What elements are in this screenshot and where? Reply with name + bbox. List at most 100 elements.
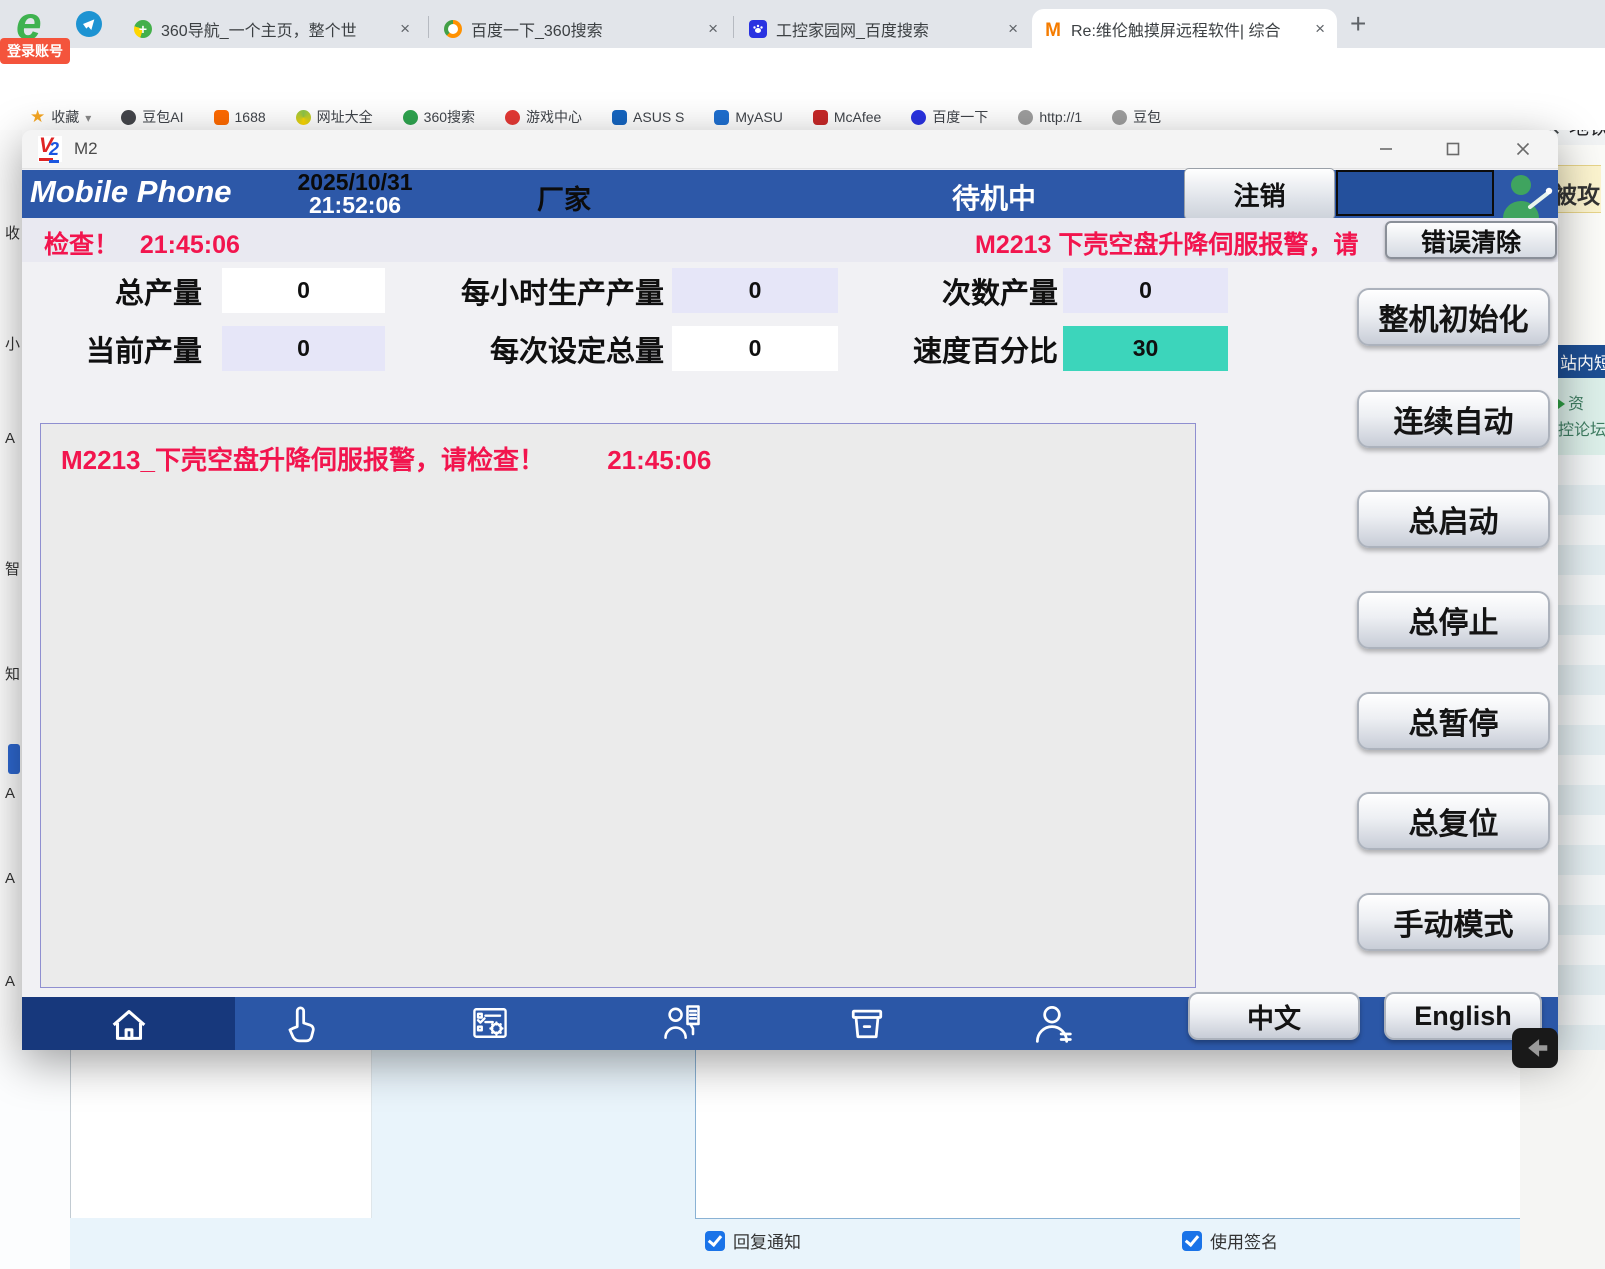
- left-rail-item[interactable]: 智: [5, 558, 20, 579]
- count-output-label: 次数产量: [888, 268, 1058, 313]
- hourly-output-field[interactable]: 0: [672, 268, 838, 313]
- 360search-favicon-icon: [444, 20, 462, 38]
- nav-user-icon[interactable]: [1030, 1001, 1074, 1045]
- bookmark-item[interactable]: 豆包AI: [121, 107, 183, 127]
- nav-home-tab-active[interactable]: [22, 997, 235, 1050]
- bookmark-item[interactable]: MyASU: [714, 109, 782, 125]
- webpage-right-rail: 被攻 站内短 资 控论坛: [1558, 130, 1605, 1050]
- window-title-bar[interactable]: M2: [22, 130, 1558, 169]
- continuous-auto-button[interactable]: 连续自动: [1357, 390, 1550, 448]
- game-center-favicon-icon: [505, 110, 520, 125]
- bookmark-item[interactable]: 360搜索: [403, 107, 475, 127]
- nav-recipe-settings-icon[interactable]: [468, 1001, 512, 1045]
- bookmark-favorites[interactable]: 收藏: [30, 107, 91, 127]
- forum-links-block: 资 控论坛: [1558, 378, 1605, 455]
- browser-tab-gongkong[interactable]: 工控家园网_百度搜索: [737, 9, 1030, 48]
- login-account-badge[interactable]: 登录账号: [0, 38, 70, 64]
- browser-tab-ymmfa-active[interactable]: M Re:维伦触摸屏远程软件| 综合: [1032, 9, 1337, 48]
- tab-close-icon[interactable]: [1008, 19, 1018, 39]
- batch-total-field[interactable]: 0: [672, 326, 838, 371]
- bookmark-item[interactable]: ASUS S: [612, 109, 684, 125]
- tab-label: 360导航_一个主页，整个世: [161, 17, 357, 41]
- security-notice-bar: 被攻: [1558, 165, 1601, 213]
- globe-favicon-icon: [1112, 110, 1127, 125]
- nav-operator-record-icon[interactable]: [660, 1001, 704, 1045]
- left-rail-item[interactable]: A: [5, 973, 15, 990]
- master-pause-button[interactable]: 总暂停: [1357, 692, 1550, 750]
- master-start-button[interactable]: 总启动: [1357, 490, 1550, 548]
- alarm-entry: M2213_下壳空盘升降伺服报警，请检查！ 21:45:06: [61, 440, 711, 477]
- alarm-list-box: M2213_下壳空盘升降伺服报警，请检查！ 21:45:06: [40, 423, 1196, 988]
- machine-initialize-button[interactable]: 整机初始化: [1357, 288, 1550, 346]
- left-rail-item[interactable]: A: [5, 430, 15, 447]
- tab-close-icon[interactable]: [1315, 19, 1325, 39]
- arrow-right-icon: [1558, 399, 1565, 409]
- bookmark-item[interactable]: 游戏中心: [505, 107, 582, 127]
- nav-tray-icon[interactable]: [845, 1001, 889, 1045]
- error-clear-button[interactable]: 错误清除: [1385, 221, 1557, 259]
- user-field[interactable]: [1336, 170, 1494, 216]
- forum-link[interactable]: 控论坛: [1558, 422, 1605, 439]
- baidu-favicon-icon: [911, 110, 926, 125]
- star-icon: [30, 107, 45, 127]
- bookmark-item[interactable]: 百度一下: [911, 107, 988, 127]
- count-output-field[interactable]: 0: [1063, 268, 1228, 313]
- ymmfa-favicon-icon: M: [1044, 20, 1062, 38]
- window-maximize-button[interactable]: [1436, 134, 1470, 164]
- use-signature-checkbox[interactable]: 使用签名: [1182, 1228, 1278, 1253]
- operator-signature-icon[interactable]: [1497, 172, 1557, 218]
- nav-manual-hand-icon[interactable]: [278, 1001, 322, 1045]
- manual-mode-button[interactable]: 手动模式: [1357, 893, 1550, 951]
- vnc-viewer-window: M2 Mobile Phone 2025/10/31 21:52:06 厂家 待…: [22, 130, 1558, 1050]
- left-rail-highlight: [8, 744, 20, 774]
- hourly-output-label: 每小时生产产量: [406, 268, 664, 313]
- total-output-field[interactable]: 0: [222, 268, 385, 313]
- reply-notify-checkbox[interactable]: 回复通知: [705, 1228, 801, 1253]
- window-title: M2: [74, 139, 98, 159]
- remote-back-button[interactable]: [1512, 1028, 1558, 1068]
- left-rail-item[interactable]: 收: [5, 222, 20, 243]
- master-reset-button[interactable]: 总复位: [1357, 792, 1550, 850]
- factory-label: 厂家: [537, 178, 591, 217]
- resource-link[interactable]: 资: [1568, 396, 1584, 413]
- language-chinese-button[interactable]: 中文: [1188, 992, 1360, 1040]
- browser-toolbar: AI ymmfa.com / Re:维伦触摸屏远程软件| 综合讨论 - 地铁: [0, 48, 1605, 104]
- tab-close-icon[interactable]: [400, 19, 410, 39]
- bookmark-item[interactable]: McAfee: [813, 109, 881, 125]
- doubao-ai-favicon-icon: [121, 110, 136, 125]
- left-rail-item[interactable]: 知: [5, 663, 20, 684]
- site-message-bar: 站内短: [1558, 345, 1605, 378]
- checkbox-checked-icon[interactable]: [705, 1231, 725, 1251]
- notice-text: 被攻: [1558, 182, 1600, 208]
- hmi-bottom-nav: 中文 English: [22, 997, 1558, 1050]
- vnc-app-icon: [38, 136, 62, 162]
- reply-editor-panel[interactable]: [695, 1050, 1521, 1219]
- baidu-paw-favicon-icon: [749, 20, 767, 38]
- tab-close-icon[interactable]: [708, 19, 718, 39]
- speed-percent-label: 速度百分比: [862, 326, 1058, 371]
- bookmark-item[interactable]: 网址大全: [296, 107, 373, 127]
- page-middle-column: [70, 1050, 372, 1218]
- window-minimize-button[interactable]: [1369, 134, 1403, 164]
- bookmark-item[interactable]: 豆包: [1112, 107, 1161, 127]
- bookmark-item[interactable]: http://1: [1018, 109, 1082, 125]
- master-stop-button[interactable]: 总停止: [1357, 591, 1550, 649]
- checkbox-checked-icon[interactable]: [1182, 1231, 1202, 1251]
- left-rail-item[interactable]: A: [5, 785, 15, 802]
- back-arrow-icon: [1520, 1035, 1550, 1061]
- alarm-ticker-left: 检查！ 21:45:06: [44, 225, 240, 261]
- window-close-button[interactable]: [1506, 134, 1540, 164]
- alarm-message: M2213_下壳空盘升降伺服报警，请检查！: [61, 445, 545, 475]
- browser-tab-360nav[interactable]: 360导航_一个主页，整个世: [122, 9, 422, 48]
- home-icon: [106, 1001, 152, 1047]
- logout-button[interactable]: 注销: [1184, 168, 1335, 220]
- bookmark-item[interactable]: 1688: [214, 109, 266, 125]
- left-rail-item[interactable]: A: [5, 870, 15, 887]
- current-output-field[interactable]: 0: [222, 326, 385, 371]
- browser-tab-bar: e 360导航_一个主页，整个世 百度一下_360搜索 工控家园网_百度搜索 M…: [0, 0, 1605, 48]
- speed-percent-field[interactable]: 30: [1063, 326, 1228, 371]
- browser-tab-baidu-search[interactable]: 百度一下_360搜索: [432, 9, 730, 48]
- messenger-icon[interactable]: [76, 11, 102, 37]
- new-tab-button[interactable]: +: [1350, 8, 1366, 40]
- left-rail-item[interactable]: 小: [5, 333, 20, 354]
